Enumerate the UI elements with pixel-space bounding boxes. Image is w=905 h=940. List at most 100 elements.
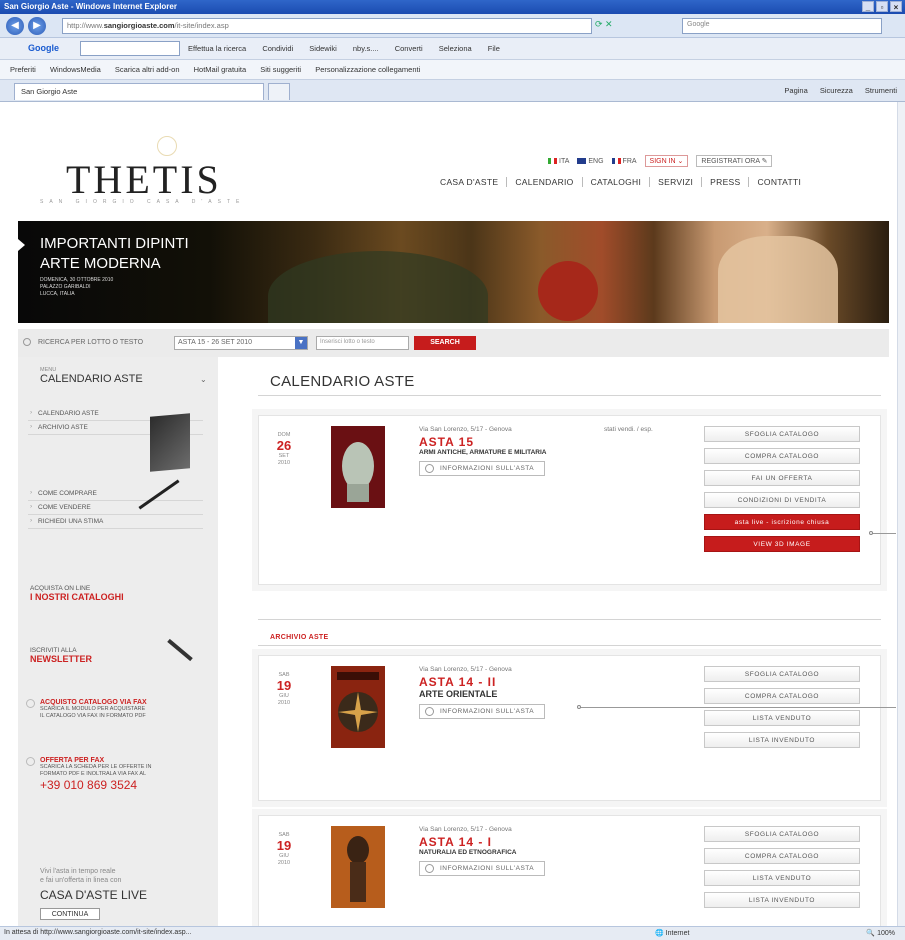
sidebar-link[interactable]: RICHIEDI UNA STIMA: [28, 515, 203, 529]
chevron-down-icon: ▼: [295, 337, 307, 349]
lang-eng[interactable]: ENG: [577, 157, 604, 165]
auction-name[interactable]: ASTA 15: [419, 435, 739, 449]
live-continue-button[interactable]: CONTINUA: [40, 908, 100, 920]
nav-item[interactable]: SERVIZI: [649, 177, 701, 187]
make-offer-button[interactable]: FAI UN OFFERTA: [704, 470, 860, 486]
fax-phone: +39 010 869 3524: [40, 778, 138, 792]
nav-item[interactable]: CONTATTI: [748, 177, 809, 187]
toolbar-item[interactable]: Sidewiki: [309, 44, 337, 53]
lot-search-placeholder: Inserisci lotto o testo: [320, 339, 375, 345]
buy-catalog-button[interactable]: COMPRA CATALOGO: [704, 688, 860, 704]
auction-date: DOM 26 SET 2010: [269, 432, 299, 467]
info-icon: [425, 464, 434, 473]
buy-catalog-button[interactable]: COMPRA CATALOGO: [704, 848, 860, 864]
lang-fra[interactable]: FRA: [611, 157, 637, 165]
catalog-promo-line1: ACQUISTA ON LINE: [30, 585, 91, 592]
cmd-item[interactable]: Pagina: [784, 86, 807, 95]
live-subtitle: Vivi l'asta in tempo reale e fai un'offe…: [40, 867, 121, 885]
date-month: GIU: [279, 853, 289, 859]
nav-item[interactable]: CASA D'ASTE: [440, 177, 506, 187]
sold-list-button[interactable]: LISTA VENDUTO: [704, 870, 860, 886]
toolbar-item[interactable]: Effettua la ricerca: [188, 44, 246, 53]
buy-catalog-button[interactable]: COMPRA CATALOGO: [704, 448, 860, 464]
toolbar-item[interactable]: File: [488, 44, 500, 53]
uk-flag-icon: [577, 157, 587, 164]
cmd-item[interactable]: Strumenti: [865, 86, 897, 95]
archive-divider: [258, 619, 881, 620]
google-toolbar-input[interactable]: [80, 41, 180, 56]
new-tab-button[interactable]: [268, 83, 290, 100]
live-auction-button[interactable]: asta live - iscrizione chiusa: [704, 514, 860, 530]
fax-catalog-promo[interactable]: ACQUISTO CATALOGO VIA FAX SCARICA IL MOD…: [26, 699, 150, 720]
unsold-list-button[interactable]: LISTA INVENDUTO: [704, 732, 860, 748]
hero-banner[interactable]: IMPORTANTI DIPINTI ARTE MODERNA DOMENICA…: [18, 221, 889, 323]
browser-tab[interactable]: San Giorgio Aste: [14, 83, 264, 100]
catalog-cover-image[interactable]: [331, 666, 385, 748]
search-button[interactable]: SEARCH: [414, 336, 476, 350]
favorites-item[interactable]: Siti suggeriti: [260, 65, 301, 74]
favorites-item[interactable]: WindowsMedia: [50, 65, 101, 74]
sidebar-link[interactable]: COME COMPRARE: [28, 487, 203, 501]
info-icon: [425, 864, 434, 873]
catalog-cover-image[interactable]: [331, 426, 385, 508]
url-prefix: http://www.: [67, 21, 104, 30]
search-icon: [23, 338, 31, 346]
callout-line: [580, 707, 896, 708]
main-nav: CASA D'ASTE CALENDARIO CATALOGHI SERVIZI…: [440, 177, 809, 187]
auction-name[interactable]: ASTA 14 - II: [419, 675, 739, 689]
banner-detail: PALAZZO GARIBALDI: [40, 284, 91, 290]
close-button[interactable]: ×: [890, 1, 902, 12]
catalog-cover-image[interactable]: [331, 826, 385, 908]
maximize-button[interactable]: ▫: [876, 1, 888, 12]
date-day: 19: [276, 678, 292, 693]
refresh-stop-icons[interactable]: ⟳ ✕: [595, 19, 613, 30]
favorites-item[interactable]: Preferiti: [10, 65, 36, 74]
sign-in-button[interactable]: SIGN IN ⌄: [644, 155, 689, 167]
archive-title: ARCHIVIO ASTE: [270, 634, 329, 641]
toolbar-item[interactable]: nby.s....: [353, 44, 379, 53]
site-logo[interactable]: THETIS: [66, 156, 222, 203]
zone-label: Internet: [665, 930, 690, 937]
back-button[interactable]: ◀: [6, 17, 24, 35]
catalog-promo[interactable]: ACQUISTA ON LINE I NOSTRI CATALOGHI: [30, 585, 210, 602]
browse-catalog-button[interactable]: SFOGLIA CATALOGO: [704, 826, 860, 842]
register-button[interactable]: REGISTRATI ORA ✎: [696, 155, 773, 167]
favorites-item[interactable]: HotMail gratuita: [194, 65, 247, 74]
auction-name[interactable]: ASTA 14 - I: [419, 835, 739, 849]
auction-info-button[interactable]: INFORMAZIONI SULL'ASTA: [419, 861, 546, 876]
cmd-item[interactable]: Sicurezza: [820, 86, 853, 95]
auction-select[interactable]: ASTA 15 - 26 SET 2010 ▼: [174, 336, 308, 350]
sold-list-button[interactable]: LISTA VENDUTO: [704, 710, 860, 726]
nav-item[interactable]: CATALOGHI: [581, 177, 650, 187]
auction-date: SAB 19 GIU 2010: [269, 832, 299, 867]
forward-button[interactable]: ▶: [28, 17, 46, 35]
lang-ita[interactable]: ITA: [548, 158, 569, 165]
sidebar-menu-select[interactable]: MENU CALENDARIO ASTE ⌄: [40, 367, 207, 385]
auction-actions: SFOGLIA CATALOGO COMPRA CATALOGO LISTA V…: [704, 666, 860, 754]
nav-item[interactable]: CALENDARIO: [506, 177, 581, 187]
auction-info-button[interactable]: INFORMAZIONI SULL'ASTA: [419, 461, 546, 476]
browse-catalog-button[interactable]: SFOGLIA CATALOGO: [704, 666, 860, 682]
toolbar-item[interactable]: Condividi: [262, 44, 293, 53]
minimize-button[interactable]: _: [862, 1, 874, 12]
toolbar-item[interactable]: Converti: [395, 44, 423, 53]
favorites-item[interactable]: Scarica altri add-on: [115, 65, 180, 74]
zoom-level[interactable]: 🔍 100%: [866, 929, 895, 937]
chevron-down-icon: ⌄: [200, 375, 207, 384]
browse-catalog-button[interactable]: SFOGLIA CATALOGO: [704, 426, 860, 442]
callout-dot: [577, 705, 581, 709]
lot-search-input[interactable]: Inserisci lotto o testo: [316, 336, 409, 350]
url-field[interactable]: http://www.sangiorgioaste.com/it-site/in…: [62, 18, 592, 34]
unsold-list-button[interactable]: LISTA INVENDUTO: [704, 892, 860, 908]
vertical-scrollbar[interactable]: [897, 102, 905, 926]
browser-search-field[interactable]: Google: [682, 18, 882, 34]
favorites-item[interactable]: Personalizzazione collegamenti: [315, 65, 420, 74]
fax-offer-promo[interactable]: OFFERTA PER FAX SCARICA LA SCHEDA PER LE…: [26, 757, 160, 792]
nav-item[interactable]: PRESS: [701, 177, 748, 187]
sale-conditions-button[interactable]: CONDIZIONI DI VENDITA: [704, 492, 860, 508]
sidebar-link[interactable]: COME VENDERE: [28, 501, 203, 515]
auction-info-button[interactable]: INFORMAZIONI SULL'ASTA: [419, 704, 546, 719]
france-flag-icon: [611, 157, 621, 164]
toolbar-item[interactable]: Seleziona: [439, 44, 472, 53]
view-3d-button[interactable]: VIEW 3D IMAGE: [704, 536, 860, 552]
